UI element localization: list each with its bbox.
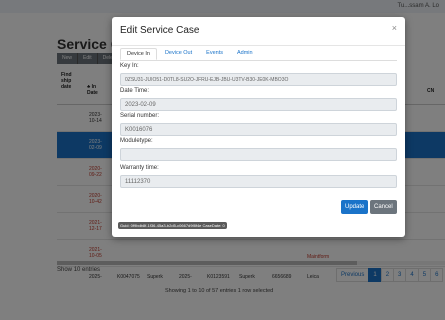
- tab-device-in[interactable]: Device In: [120, 48, 157, 60]
- warranty-time-field[interactable]: 11112370: [120, 175, 397, 188]
- tab-admin[interactable]: Admin: [231, 48, 259, 60]
- update-button[interactable]: Update: [341, 200, 369, 214]
- moduletype-label: Moduletype:: [120, 138, 153, 144]
- key-in-field[interactable]: 0ZSU31-JUIO51-D0TL8-SU2O-JFRU-EJB-JBU-U3…: [120, 73, 397, 86]
- guid-badge: Guid: 0f9bdb8f-1f36-45a3-b2d5-c0667d9f8f…: [118, 222, 227, 229]
- serial-number-field[interactable]: K0016076: [120, 123, 397, 136]
- serial-number-label: Serial number:: [120, 113, 160, 119]
- tab-device-out[interactable]: Device Out: [159, 48, 198, 60]
- modal-title: Edit Service Case: [120, 25, 200, 36]
- key-in-label: Key In:: [120, 63, 139, 69]
- tab-events[interactable]: Events: [200, 48, 229, 60]
- date-time-label: Date Time:: [120, 88, 150, 94]
- date-time-field[interactable]: 2023-02-09: [120, 98, 397, 111]
- close-icon[interactable]: ×: [392, 23, 397, 33]
- warranty-time-label: Warranty time:: [120, 165, 159, 171]
- moduletype-field[interactable]: [120, 148, 397, 161]
- modal-header: Edit Service Case ×: [112, 17, 405, 46]
- modal-tabs: Device In Device Out Events Admin: [120, 48, 397, 61]
- cancel-button[interactable]: Cancel: [370, 200, 397, 214]
- edit-service-case-dialog: Edit Service Case × Device In Device Out…: [112, 17, 405, 237]
